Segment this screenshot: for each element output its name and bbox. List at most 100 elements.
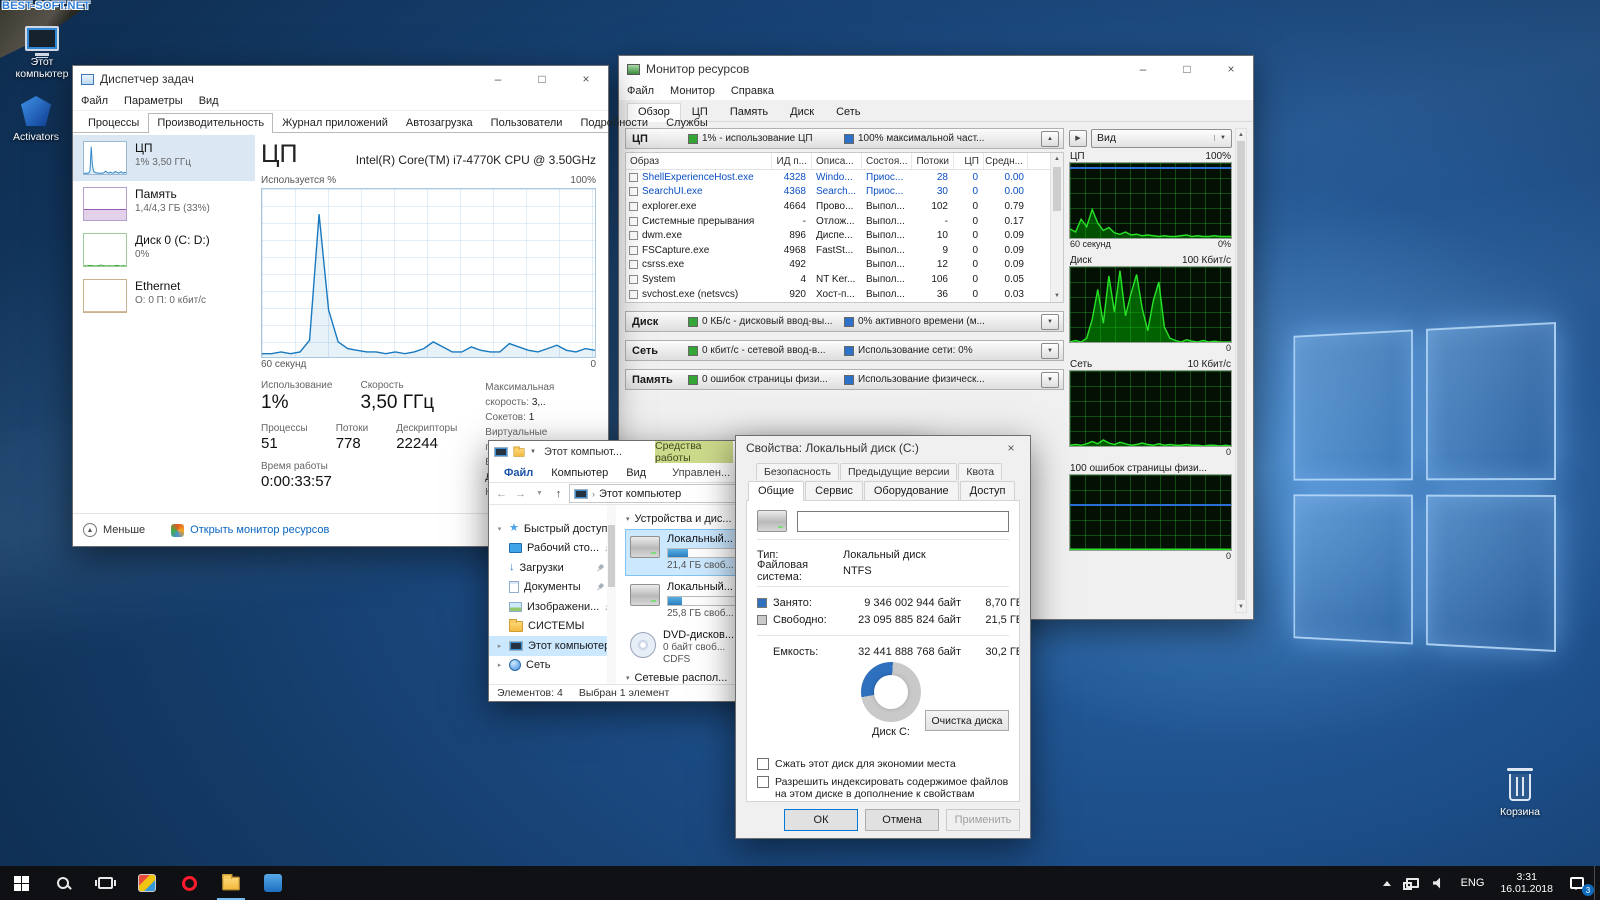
- up-button[interactable]: ↑: [550, 488, 567, 500]
- expander-icon[interactable]: ▸: [495, 642, 504, 650]
- volume-label-input[interactable]: [797, 511, 1009, 532]
- menu-file[interactable]: Файл: [73, 95, 116, 107]
- cancel-button[interactable]: Отмена: [865, 809, 939, 831]
- language-indicator[interactable]: ENG: [1452, 866, 1494, 900]
- process-checkbox[interactable]: [629, 173, 638, 182]
- collapse-icon[interactable]: ▾: [626, 674, 630, 682]
- process-row[interactable]: dwm.exe 896 Диспе... Выпол... 10 0 0.09: [626, 228, 1050, 243]
- menu-help[interactable]: Справка: [723, 85, 782, 97]
- taskbar-app-capture[interactable]: [126, 866, 168, 900]
- column-header-threads[interactable]: Потоки: [912, 153, 954, 169]
- compress-checkbox-row[interactable]: Сжать этот диск для экономии места: [757, 758, 1009, 770]
- tab-app-history[interactable]: Журнал приложений: [273, 113, 397, 133]
- column-header-pid[interactable]: ИД п...: [772, 153, 812, 169]
- close-button[interactable]: ×: [1209, 56, 1253, 82]
- process-row[interactable]: svchost.exe (netsvcs) 920 Хост-п... Выпо…: [626, 287, 1050, 302]
- expand-section-button[interactable]: ▼: [1041, 343, 1059, 359]
- ribbon-tab-manage[interactable]: Управлен...: [663, 467, 739, 479]
- process-row[interactable]: Системные прерывания - Отлож... Выпол...…: [626, 214, 1050, 229]
- process-checkbox[interactable]: [629, 246, 638, 255]
- taskbar-app-blue[interactable]: [252, 866, 294, 900]
- ribbon-tab-file[interactable]: Файл: [495, 467, 542, 479]
- back-button[interactable]: ←: [493, 488, 510, 500]
- tab-hardware[interactable]: Оборудование: [864, 481, 959, 501]
- taskbar-app-opera[interactable]: [168, 866, 210, 900]
- table-scrollbar[interactable]: ▲ ▼: [1050, 153, 1063, 302]
- forward-button[interactable]: →: [512, 488, 529, 500]
- tab-tools[interactable]: Сервис: [805, 481, 863, 501]
- show-desktop-button[interactable]: [1594, 866, 1600, 900]
- tab-previous-versions[interactable]: Предыдущие версии: [840, 463, 957, 480]
- scroll-up-icon[interactable]: ▲: [1051, 153, 1063, 165]
- menu-monitor[interactable]: Монитор: [662, 85, 723, 97]
- close-button[interactable]: ×: [564, 66, 608, 92]
- close-button[interactable]: ×: [992, 436, 1030, 460]
- desktop-icon-activators[interactable]: Activators: [0, 96, 72, 143]
- process-row[interactable]: ShellExperienceHost.exe 4328 Windo... Пр…: [626, 170, 1050, 185]
- tab-quota[interactable]: Квота: [958, 463, 1002, 480]
- process-row[interactable]: SearchUI.exe 4368 Search... Приос... 30 …: [626, 185, 1050, 200]
- nav-item-sistemy[interactable]: СИСТЕМЫ: [489, 617, 607, 637]
- cpu-usage-chart[interactable]: [261, 188, 596, 358]
- tab-performance[interactable]: Производительность: [148, 113, 273, 133]
- drive-tools-contextual-tab[interactable]: Средства работы: [655, 441, 733, 463]
- column-header-cpu[interactable]: ЦП: [954, 153, 984, 169]
- clock[interactable]: 3:31 16.01.2018: [1493, 866, 1560, 900]
- minimize-button[interactable]: –: [476, 66, 520, 92]
- sidebar-item-ethernet[interactable]: EthernetО: 0 П: 0 кбит/с: [73, 273, 255, 319]
- process-checkbox[interactable]: [629, 231, 638, 240]
- menu-file[interactable]: Файл: [619, 85, 662, 97]
- tab-disk[interactable]: Диск: [779, 103, 825, 122]
- nav-scrollbar[interactable]: [607, 505, 616, 684]
- tab-services[interactable]: Службы: [657, 113, 717, 133]
- fewer-details-button[interactable]: ▲ Меньше: [83, 523, 145, 537]
- search-button[interactable]: [42, 866, 84, 900]
- nav-item-this-pc[interactable]: ▸Этот компьютер: [489, 636, 607, 656]
- tab-general[interactable]: Общие: [748, 481, 804, 501]
- graphs-scrollbar[interactable]: ▲ ▼: [1235, 128, 1247, 613]
- checkbox[interactable]: [757, 776, 769, 788]
- task-view-button[interactable]: [84, 866, 126, 900]
- process-checkbox[interactable]: [629, 290, 638, 299]
- maximize-button[interactable]: □: [520, 66, 564, 92]
- volume-tray-button[interactable]: [1426, 866, 1452, 900]
- scrollbar-thumb[interactable]: [1237, 141, 1245, 600]
- tab-security[interactable]: Безопасность: [756, 463, 839, 480]
- tab-details[interactable]: Подробности: [571, 113, 657, 133]
- minimize-button[interactable]: –: [1121, 56, 1165, 82]
- resmon-titlebar[interactable]: Монитор ресурсов – □ ×: [619, 56, 1253, 82]
- collapse-graphs-button[interactable]: ▶: [1069, 130, 1087, 147]
- taskman-titlebar[interactable]: Диспетчер задач – □ ×: [73, 66, 608, 92]
- tray-expand-button[interactable]: [1374, 866, 1400, 900]
- nav-item-downloads[interactable]: ↓Загрузки: [489, 558, 607, 578]
- process-checkbox[interactable]: [629, 217, 638, 226]
- tab-network[interactable]: Сеть: [825, 103, 871, 122]
- index-checkbox-row[interactable]: Разрешить индексировать содержимое файло…: [757, 776, 1009, 802]
- ok-button[interactable]: ОК: [784, 809, 858, 831]
- process-table-header[interactable]: Образ ИД п... Описа... Состоя... Потоки …: [626, 153, 1050, 170]
- scrollbar-thumb[interactable]: [1053, 167, 1061, 211]
- start-button[interactable]: [0, 866, 42, 900]
- checkbox[interactable]: [757, 758, 769, 770]
- disk-section-bar[interactable]: Диск 0 КБ/с - дисковый ввод-вы... 0% акт…: [625, 311, 1064, 332]
- tab-processes[interactable]: Процессы: [79, 113, 148, 133]
- menu-view[interactable]: Вид: [191, 95, 227, 107]
- sidebar-item-cpu[interactable]: ЦП1% 3,50 ГГц: [73, 135, 255, 181]
- process-checkbox[interactable]: [629, 275, 638, 284]
- sidebar-item-disk[interactable]: Диск 0 (C: D:)0%: [73, 227, 255, 273]
- scroll-down-icon[interactable]: ▼: [1051, 290, 1063, 302]
- scroll-up-icon[interactable]: ▲: [1236, 129, 1246, 140]
- menu-options[interactable]: Параметры: [116, 95, 191, 107]
- nav-item-quick-access[interactable]: ▾★Быстрый доступ: [489, 519, 607, 539]
- nav-item-network[interactable]: ▸Сеть: [489, 656, 607, 676]
- expander-icon[interactable]: ▾: [495, 525, 504, 533]
- tab-sharing[interactable]: Доступ: [960, 481, 1016, 501]
- network-section-bar[interactable]: Сеть 0 кбит/с - сетевой ввод-в... Исполь…: [625, 340, 1064, 361]
- view-dropdown-button[interactable]: Вид▼: [1091, 129, 1232, 148]
- network-tray-button[interactable]: [1400, 866, 1426, 900]
- history-chevron-icon[interactable]: ▼: [531, 490, 548, 497]
- process-checkbox[interactable]: [629, 260, 638, 269]
- quick-access-toolbar-icon[interactable]: [513, 448, 524, 457]
- expand-section-button[interactable]: ▼: [1041, 314, 1059, 330]
- scrollbar-thumb[interactable]: [608, 525, 615, 587]
